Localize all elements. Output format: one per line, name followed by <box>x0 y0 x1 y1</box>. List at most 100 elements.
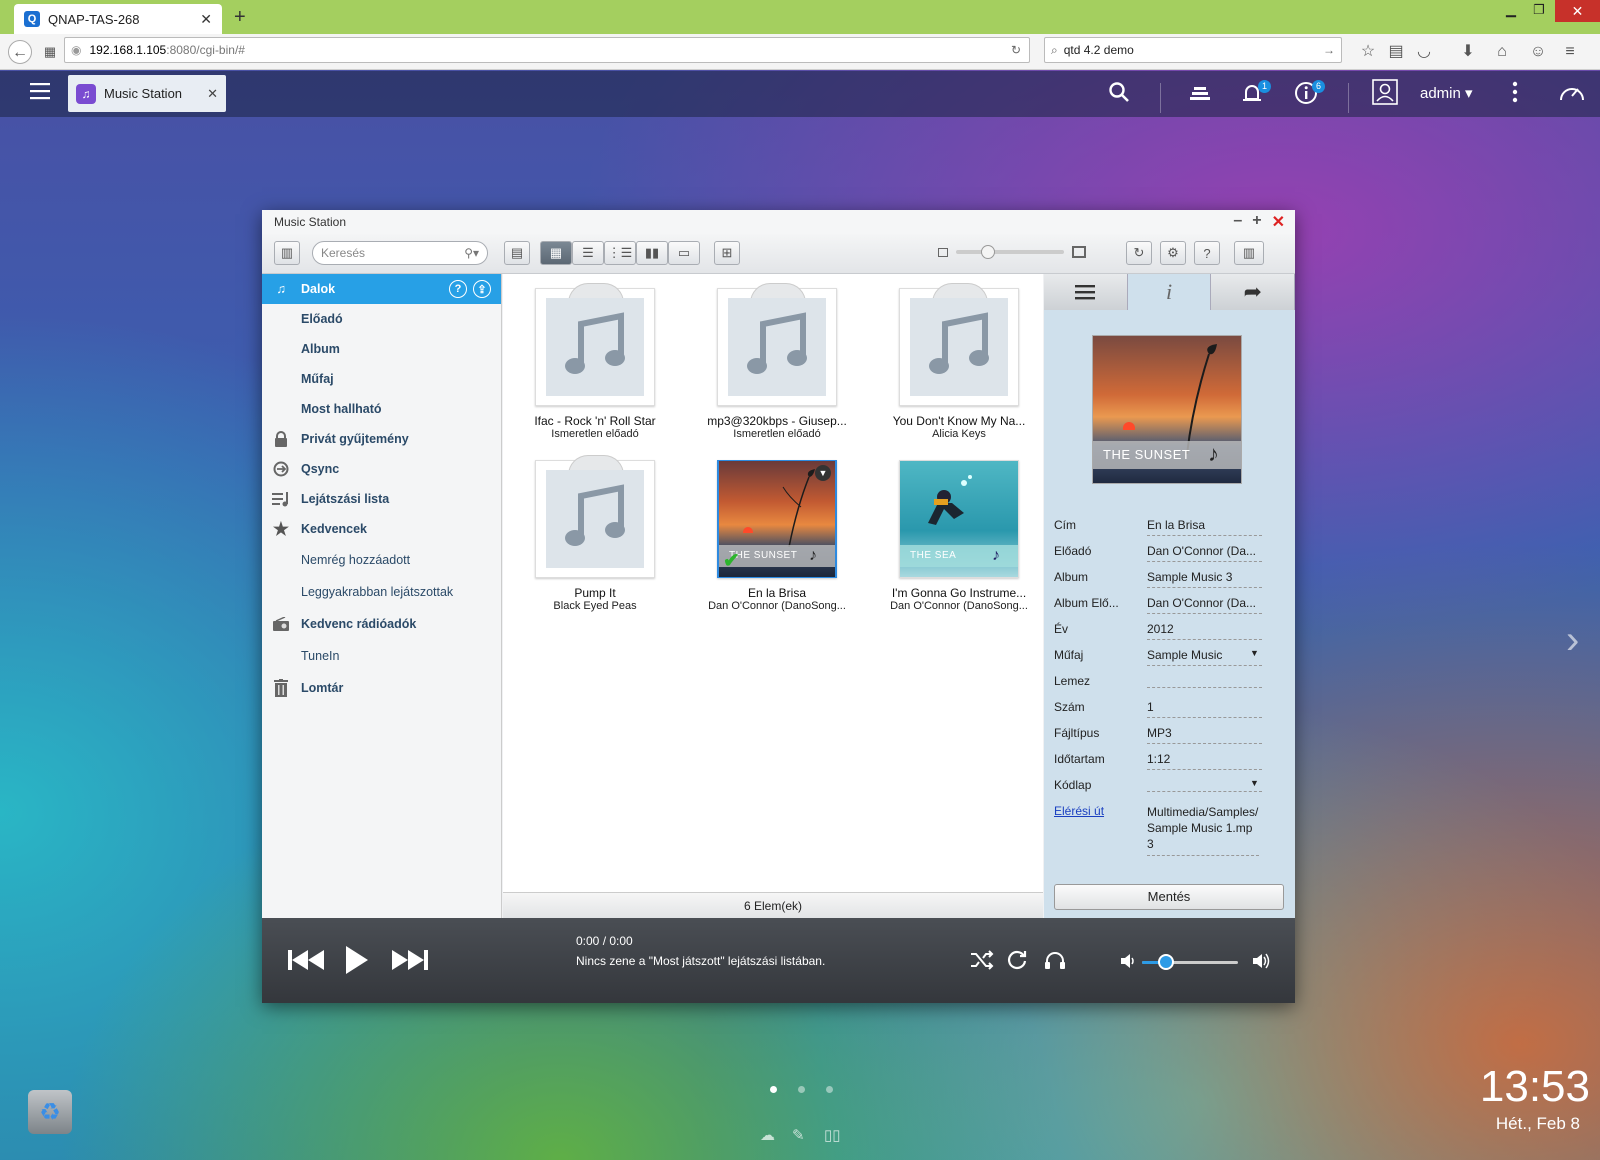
field-value[interactable]: En la Brisa <box>1147 518 1262 536</box>
chevron-down-icon[interactable]: ▼ <box>1250 778 1259 788</box>
song-card[interactable]: Ifac - Rock 'n' Roll Star Ismeretlen elő… <box>505 283 685 440</box>
pocket-icon[interactable]: ◡ <box>1412 40 1436 64</box>
book-icon[interactable]: ▯▯ <box>824 1126 841 1144</box>
sidebar-item-album[interactable]: Album <box>262 334 501 364</box>
sidebar-item-nemreg-hozzaadott[interactable]: Nemrég hozzáadott <box>262 544 501 576</box>
shuffle-icon[interactable] <box>970 950 994 970</box>
song-card[interactable]: THE SEA ♪ I'm Gonna Go Instrume... Dan O… <box>869 460 1049 612</box>
sidebar-item-privat-gyujtemeny[interactable]: Privát gyűjtemény <box>262 424 501 454</box>
sidebar-item-lomtar[interactable]: Lomtár <box>262 672 501 704</box>
more-options-icon[interactable] <box>1512 81 1518 103</box>
browser-menu-icon[interactable]: ≡ <box>1558 40 1582 64</box>
sidebar-item-mufaj[interactable]: Műfaj <box>262 364 501 394</box>
sidebar-item-kedvenc-radioadok[interactable]: Kedvenc rádióadók <box>262 608 501 640</box>
search-icon[interactable] <box>1108 81 1130 103</box>
sidebar-item-eloado[interactable]: Előadó <box>262 304 501 334</box>
search-filter-icon[interactable]: ⚲▾ <box>464 246 479 260</box>
path-link[interactable]: Elérési út <box>1054 804 1104 818</box>
reading-list-icon[interactable]: ▤ <box>1384 40 1408 64</box>
headphones-icon[interactable] <box>1044 950 1066 970</box>
new-tab-icon[interactable]: + <box>234 6 246 29</box>
sidebar-item-most-hallhato[interactable]: Most hallható <box>262 394 501 424</box>
user-avatar-icon[interactable] <box>1372 79 1398 105</box>
tab-share[interactable]: ➦ <box>1211 274 1296 310</box>
field-value[interactable]: Sample Music 3 <box>1147 570 1262 588</box>
song-card[interactable]: mp3@320kbps - Giusep... Ismeretlen előad… <box>687 283 867 440</box>
recycle-bin-icon[interactable]: ♻ <box>28 1090 72 1134</box>
zoom-track[interactable] <box>956 245 1064 259</box>
tab-playlist[interactable] <box>1044 274 1128 310</box>
field-value[interactable] <box>1147 674 1262 688</box>
song-card[interactable]: You Don't Know My Na... Alicia Keys <box>869 283 1049 440</box>
desktop-page-dot[interactable] <box>826 1086 833 1093</box>
download-icon[interactable]: ⬇ <box>1456 40 1480 64</box>
go-arrow-icon[interactable]: → <box>1323 43 1335 57</box>
sidebar-item-tunein[interactable]: TuneIn <box>262 640 501 672</box>
previous-track-icon[interactable] <box>288 948 324 972</box>
main-menu-icon[interactable] <box>30 81 52 101</box>
minimize-icon[interactable]: ▁ <box>1498 0 1524 22</box>
next-desktop-arrow-icon[interactable]: › <box>1566 618 1579 663</box>
list-view-icon[interactable]: ☰ <box>572 241 604 265</box>
bookmark-star-icon[interactable]: ☆ <box>1356 40 1380 64</box>
sidebar-toggle-icon[interactable]: ▦ <box>38 40 62 64</box>
play-icon[interactable] <box>344 944 370 976</box>
volume-high-icon[interactable] <box>1252 952 1272 970</box>
window-minimize-icon[interactable]: – <box>1233 212 1242 232</box>
close-app-tab-icon[interactable]: ✕ <box>207 86 218 102</box>
zoom-thumb[interactable] <box>981 245 995 259</box>
dropdown-arrow-icon[interactable]: ▼ <box>815 465 831 481</box>
upload-icon[interactable]: ⇪ <box>473 280 491 298</box>
url-bar[interactable]: ◉ 192.168.1.105:8080/cgi-bin/# ↻ <box>64 37 1030 63</box>
back-icon[interactable]: ← <box>8 40 32 64</box>
browser-search-bar[interactable]: ⌕ qtd 4.2 demo → <box>1044 37 1342 63</box>
sidebar-item-leggyakrabban-lejatszottak[interactable]: Leggyakrabban lejátszottak <box>262 576 501 608</box>
field-value[interactable]: Dan O'Connor (Da... <box>1147 596 1262 614</box>
volume-low-icon[interactable] <box>1120 953 1136 969</box>
dashboard-icon[interactable] <box>1558 81 1586 103</box>
user-menu[interactable]: admin ▾ <box>1420 84 1473 102</box>
folder-view-icon[interactable]: ▭ <box>668 241 700 265</box>
codepage-select[interactable] <box>1147 778 1262 792</box>
next-track-icon[interactable] <box>392 948 428 972</box>
tab-info[interactable]: i <box>1127 274 1212 310</box>
detail-list-view-icon[interactable]: ⋮☰ <box>604 241 636 265</box>
desktop-page-dot[interactable] <box>798 1086 805 1093</box>
tools-icon[interactable]: ✎ <box>792 1126 805 1144</box>
save-button[interactable]: Mentés <box>1054 884 1284 910</box>
thumbnail-size-slider[interactable] <box>938 245 1086 259</box>
home-icon[interactable]: ⌂ <box>1490 40 1514 64</box>
chevron-down-icon[interactable]: ▼ <box>1250 648 1259 658</box>
restore-icon[interactable]: ❐ <box>1526 0 1552 22</box>
multi-select-icon[interactable]: ⊞ <box>714 241 740 265</box>
cover-flow-view-icon[interactable]: ▮▮ <box>636 241 668 265</box>
help-circle-icon[interactable]: ? <box>449 280 467 298</box>
help-icon[interactable]: ? <box>1194 241 1220 265</box>
field-value[interactable]: 1 <box>1147 700 1262 718</box>
genre-select[interactable]: Sample Music <box>1147 648 1262 666</box>
song-card[interactable]: Pump It Black Eyed Peas <box>505 455 685 612</box>
browser-tab[interactable]: Q QNAP-TAS-268 ✕ <box>14 4 222 34</box>
background-tasks-icon[interactable] <box>1188 81 1212 105</box>
app-tab-music-station[interactable]: ♫ Music Station ✕ <box>68 75 226 112</box>
panel-view-icon[interactable]: ▤ <box>504 241 530 265</box>
window-close-icon[interactable]: ✕ <box>1272 212 1285 232</box>
field-value[interactable]: 2012 <box>1147 622 1262 640</box>
cloud-icon[interactable]: ☁ <box>760 1126 775 1144</box>
volume-thumb[interactable] <box>1158 954 1174 970</box>
field-value[interactable]: Dan O'Connor (Da... <box>1147 544 1262 562</box>
sidebar-item-qsync[interactable]: Qsync <box>262 454 501 484</box>
settings-gear-icon[interactable]: ⚙ <box>1160 241 1186 265</box>
close-tab-icon[interactable]: ✕ <box>200 11 212 28</box>
window-close-icon[interactable]: ✕ <box>1555 0 1600 22</box>
chat-icon[interactable]: ☺ <box>1526 40 1550 64</box>
toggle-sidebar-icon[interactable]: ▥ <box>274 241 300 265</box>
search-input[interactable]: Keresés ⚲▾ <box>312 241 488 265</box>
sidebar-item-lejatszasi-lista[interactable]: Lejátszási lista <box>262 484 501 514</box>
toggle-info-panel-icon[interactable]: ▥ <box>1234 241 1264 265</box>
window-maximize-icon[interactable]: + <box>1252 212 1261 232</box>
thumbnail-view-icon[interactable]: ▦ <box>540 241 572 265</box>
sidebar-item-kedvencek[interactable]: ★ Kedvencek <box>262 514 501 544</box>
sidebar-item-dalok[interactable]: ♫ Dalok ? ⇪ <box>262 274 501 304</box>
desktop-page-dot-active[interactable] <box>770 1086 777 1093</box>
